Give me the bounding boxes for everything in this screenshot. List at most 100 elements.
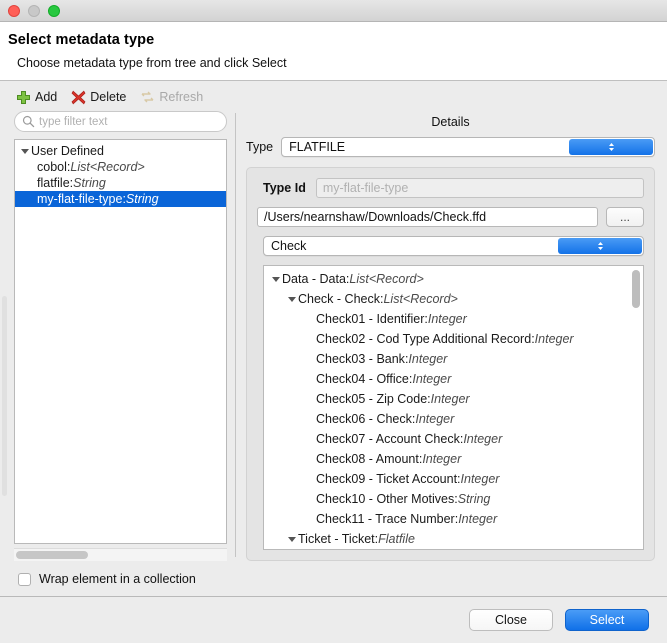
scrollbar-thumb[interactable] xyxy=(16,551,88,559)
type-tree-horizontal-scrollbar[interactable] xyxy=(14,548,227,561)
refresh-icon xyxy=(140,90,155,105)
tree-item-flatfile[interactable]: flatfile : String xyxy=(15,175,226,191)
structure-node-type: Integer xyxy=(458,509,497,529)
wrap-collection-checkbox[interactable] xyxy=(18,573,31,586)
chevron-down-icon[interactable] xyxy=(288,297,296,302)
tree-item-type: String xyxy=(73,175,106,191)
tree-item-user-defined[interactable]: User Defined xyxy=(15,143,226,159)
structure-node-label: Check01 - Identifier xyxy=(316,309,424,329)
type-select[interactable]: FLATFILE xyxy=(281,137,655,157)
wrap-collection-row[interactable]: Wrap element in a collection xyxy=(0,561,667,596)
dialog-footer: Close Select xyxy=(0,596,667,643)
page-title: Select metadata type xyxy=(8,32,667,48)
refresh-button: Refresh xyxy=(140,90,203,105)
tree-item-cobol[interactable]: cobol : List<Record> xyxy=(15,159,226,175)
structure-node-label: Check08 - Amount xyxy=(316,449,419,469)
structure-node-type: Integer xyxy=(463,429,502,449)
structure-node-check11[interactable]: Check11 - Trace Number : Integer xyxy=(264,509,643,529)
search-input[interactable] xyxy=(14,111,227,132)
file-path-row: ... xyxy=(257,207,644,227)
type-row: Type FLATFILE xyxy=(246,137,655,157)
structure-tree[interactable]: Data - Data : List<Record> Check - Check… xyxy=(263,265,644,550)
filter-field-wrapper xyxy=(14,111,227,132)
type-id-row: Type Id xyxy=(257,178,644,198)
structure-node-check10[interactable]: Check10 - Other Motives : String xyxy=(264,489,643,509)
structure-node-label: Ticket - Ticket xyxy=(298,529,375,549)
chevron-down-icon[interactable] xyxy=(21,149,29,154)
select-button[interactable]: Select xyxy=(565,609,649,631)
structure-node-label: Check06 - Check xyxy=(316,409,412,429)
tree-item-label: User Defined xyxy=(31,143,104,159)
tree-item-type: String xyxy=(126,191,159,207)
structure-node-check06[interactable]: Check06 - Check : Integer xyxy=(264,409,643,429)
type-tree[interactable]: User Defined cobol : List<Record> flatfi… xyxy=(14,139,227,544)
page-subtitle: Choose metadata type from tree and click… xyxy=(8,56,667,70)
structure-node-check03[interactable]: Check03 - Bank : Integer xyxy=(264,349,643,369)
x-icon xyxy=(71,90,86,105)
structure-node-check04[interactable]: Check04 - Office : Integer xyxy=(264,369,643,389)
structure-node-check07[interactable]: Check07 - Account Check : Integer xyxy=(264,429,643,449)
delete-label: Delete xyxy=(90,90,126,104)
file-path-input[interactable] xyxy=(257,207,598,227)
structure-node-type: Integer xyxy=(535,329,574,349)
wrap-collection-label: Wrap element in a collection xyxy=(39,572,196,586)
chevron-down-icon[interactable] xyxy=(272,277,280,282)
tree-item-label: my-flat-file-type xyxy=(37,191,122,207)
structure-node-label: Check11 - Trace Number xyxy=(316,509,455,529)
window-controls xyxy=(8,5,60,17)
structure-node-type: Integer xyxy=(461,469,500,489)
flatfile-settings-group: Type Id ... Check xyxy=(246,167,655,561)
chevron-down-icon[interactable] xyxy=(288,537,296,542)
tree-item-my-flat-file-type[interactable]: my-flat-file-type : String xyxy=(15,191,226,207)
structure-node-check[interactable]: Check - Check : List<Record> xyxy=(264,289,643,309)
close-button[interactable]: Close xyxy=(469,609,553,631)
browse-button[interactable]: ... xyxy=(606,207,644,227)
type-id-label: Type Id xyxy=(263,181,306,195)
dialog-body: Add Delete Refresh xyxy=(0,81,667,643)
structure-node-label: Check03 - Bank xyxy=(316,349,405,369)
structure-node-type: List<Record> xyxy=(349,269,423,289)
title-bar xyxy=(0,0,667,22)
add-label: Add xyxy=(35,90,57,104)
type-id-input[interactable] xyxy=(316,178,644,198)
structure-node-type: Integer xyxy=(431,389,470,409)
structure-node-check02[interactable]: Check02 - Cod Type Additional Record : I… xyxy=(264,329,643,349)
close-window-button[interactable] xyxy=(8,5,20,17)
sheet-row: Check xyxy=(263,236,644,256)
tree-item-type: List<Record> xyxy=(70,159,144,175)
structure-node-check09[interactable]: Check09 - Ticket Account : Integer xyxy=(264,469,643,489)
details-pane: Details Type FLATFILE xyxy=(236,111,667,561)
main-split: User Defined cobol : List<Record> flatfi… xyxy=(0,111,667,561)
structure-node-check01[interactable]: Check01 - Identifier : Integer xyxy=(264,309,643,329)
dialog-header: Select metadata type Choose metadata typ… xyxy=(0,22,667,81)
structure-node-label: Check10 - Other Motives xyxy=(316,489,454,509)
refresh-label: Refresh xyxy=(159,90,203,104)
structure-node-type: String xyxy=(458,489,491,509)
chevron-updown-icon[interactable] xyxy=(558,238,642,254)
structure-node-type: Integer xyxy=(422,449,461,469)
sheet-select-value: Check xyxy=(271,239,306,253)
dialog-window: Select metadata type Choose metadata typ… xyxy=(0,0,667,600)
structure-node-label: Check07 - Account Check xyxy=(316,429,460,449)
structure-node-label: Check - Check xyxy=(298,289,380,309)
structure-node-check08[interactable]: Check08 - Amount : Integer xyxy=(264,449,643,469)
structure-node-check05[interactable]: Check05 - Zip Code : Integer xyxy=(264,389,643,409)
structure-tree-scrollbar-thumb[interactable] xyxy=(632,270,640,308)
add-button[interactable]: Add xyxy=(16,90,57,105)
structure-node-data[interactable]: Data - Data : List<Record> xyxy=(264,269,643,289)
type-label: Type xyxy=(246,140,273,154)
delete-button[interactable]: Delete xyxy=(71,90,126,105)
zoom-window-button[interactable] xyxy=(48,5,60,17)
minimize-window-button[interactable] xyxy=(28,5,40,17)
chevron-updown-icon[interactable] xyxy=(569,139,653,155)
sheet-select[interactable]: Check xyxy=(263,236,644,256)
structure-node-label: Check05 - Zip Code xyxy=(316,389,427,409)
structure-node-ticket[interactable]: Ticket - Ticket : Flatfile xyxy=(264,529,643,549)
plus-icon xyxy=(16,90,31,105)
structure-node-type: Integer xyxy=(408,349,447,369)
type-tree-pane: User Defined cobol : List<Record> flatfi… xyxy=(0,111,235,561)
structure-node-type: Integer xyxy=(428,309,467,329)
structure-node-label: Check09 - Ticket Account xyxy=(316,469,457,489)
type-select-value: FLATFILE xyxy=(289,140,345,154)
structure-node-label: Data - Data xyxy=(282,269,346,289)
